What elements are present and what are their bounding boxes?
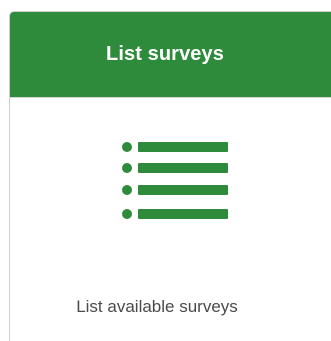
card-description: List available surveys: [76, 297, 238, 316]
card-title: List surveys: [106, 43, 224, 65]
card-header: List surveys: [10, 12, 331, 98]
list-icon: [122, 142, 228, 219]
list-surveys-card[interactable]: List surveys List available surveys: [9, 11, 331, 341]
